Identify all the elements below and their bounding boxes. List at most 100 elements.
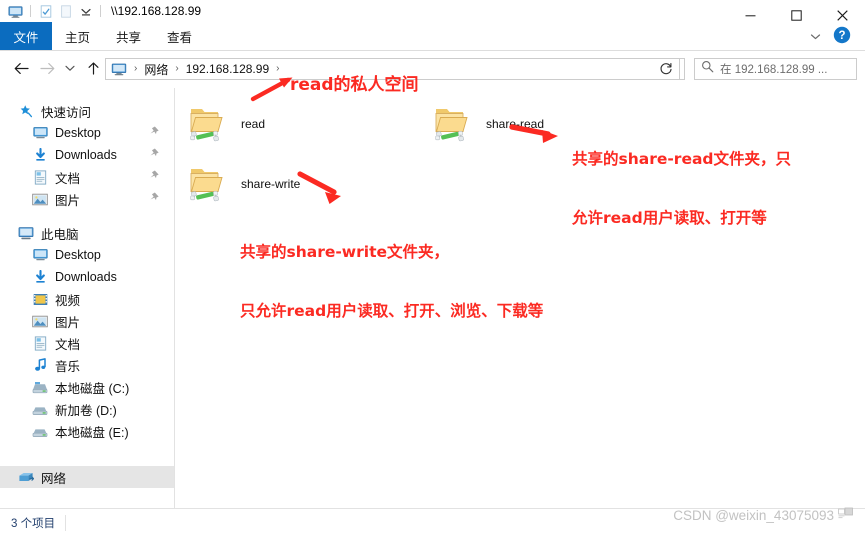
title-bar: \\192.168.128.99 — [0, 0, 865, 22]
sidebar-item-documents[interactable]: 文档 — [0, 332, 174, 354]
pin-icon[interactable] — [150, 126, 160, 140]
pin-icon[interactable] — [150, 192, 160, 206]
file-item-share-write[interactable]: share-write — [183, 160, 300, 208]
file-list-pane[interactable]: read share-read share-write — [175, 88, 865, 508]
file-item-share-write-label: share-write — [241, 177, 301, 191]
refresh-icon[interactable] — [652, 58, 680, 80]
forward-arrow-icon[interactable] — [34, 55, 60, 81]
desktop-icon — [32, 247, 48, 263]
chevron-down-icon[interactable] — [805, 26, 825, 46]
pin-icon[interactable] — [150, 170, 160, 184]
sidebar-item-desktop[interactable]: Desktop — [0, 244, 174, 266]
sidebar-item-desktop-label: Desktop — [55, 248, 101, 262]
sidebar-item-desktop-qa-label: Desktop — [55, 126, 101, 140]
file-item-share-read[interactable]: share-read — [428, 100, 544, 148]
ribbon-tabs: 文件 主页 共享 查看 ? — [0, 22, 865, 50]
sidebar-item-documents-qa[interactable]: 文档 — [0, 166, 174, 188]
file-item-share-read-label: share-read — [486, 117, 545, 131]
status-divider — [65, 514, 67, 531]
shared-folder-icon — [428, 100, 476, 148]
up-arrow-icon[interactable] — [80, 55, 106, 81]
ribbon-right-controls: ? — [805, 22, 861, 50]
sidebar-item-downloads-qa[interactable]: Downloads — [0, 144, 174, 166]
shared-folder-icon — [183, 100, 231, 148]
this-pc-icon — [18, 225, 34, 241]
pictures-icon — [32, 191, 48, 207]
tab-home[interactable]: 主页 — [52, 22, 103, 50]
csdn-watermark: CSDN @weixin_43075093 — [673, 507, 853, 523]
file-explorer-window: \\192.168.128.99 文件 主页 共享 查看 ? › 网络 › 19… — [0, 0, 865, 536]
sidebar-item-music[interactable]: 音乐 — [0, 354, 174, 376]
properties-icon[interactable] — [37, 3, 54, 20]
pin-icon[interactable] — [150, 148, 160, 162]
drive-icon — [32, 423, 48, 439]
sidebar-group-quick-access[interactable]: 快速访问 — [0, 100, 174, 122]
star-pin-icon — [18, 103, 34, 119]
sidebar-item-documents-qa-label: 文档 — [55, 171, 81, 186]
documents-icon — [32, 169, 48, 185]
file-item-read[interactable]: read — [183, 100, 265, 148]
sidebar-item-drive-e[interactable]: 本地磁盘 (E:) — [0, 420, 174, 442]
sidebar-item-pictures[interactable]: 图片 — [0, 310, 174, 332]
sidebar-item-pictures-label: 图片 — [55, 315, 81, 330]
downloads-icon — [32, 147, 48, 163]
svg-text:?: ? — [838, 30, 845, 42]
sidebar-item-music-label: 音乐 — [55, 359, 81, 374]
csdn-watermark-text: CSDN @weixin_43075093 — [673, 507, 834, 523]
breadcrumb-separator-2[interactable]: › — [170, 64, 183, 74]
breadcrumb-host[interactable]: 192.168.128.99 — [184, 62, 271, 76]
main-content: 快速访问 Desktop Downloads 文档 图片 此电脑 Desktop… — [0, 88, 865, 508]
sidebar-item-network-label: 网络 — [41, 471, 67, 486]
shared-folder-icon — [183, 160, 231, 208]
breadcrumb-network[interactable]: 网络 — [142, 61, 170, 78]
computer-icon — [111, 62, 127, 77]
customize-dropdown-icon[interactable] — [77, 3, 94, 20]
sidebar-item-drive-d[interactable]: 新加卷 (D:) — [0, 398, 174, 420]
sidebar-item-documents-label: 文档 — [55, 337, 81, 352]
back-arrow-icon[interactable] — [8, 55, 34, 81]
sidebar-item-desktop-qa[interactable]: Desktop — [0, 122, 174, 144]
breadcrumb-separator-1[interactable]: › — [129, 64, 142, 74]
system-drive-icon — [32, 379, 48, 395]
breadcrumb-separator-3[interactable]: › — [271, 64, 284, 74]
new-folder-icon[interactable] — [57, 3, 74, 20]
sidebar-item-network[interactable]: 网络 — [0, 466, 174, 488]
tab-file[interactable]: 文件 — [0, 22, 52, 50]
tab-share[interactable]: 共享 — [103, 22, 154, 50]
pictures-icon — [32, 313, 48, 329]
breadcrumb: › 网络 › 192.168.128.99 › — [106, 61, 662, 78]
navigation-pane: 快速访问 Desktop Downloads 文档 图片 此电脑 Desktop… — [0, 88, 175, 508]
sidebar-group-this-pc[interactable]: 此电脑 — [0, 222, 174, 244]
desktop-icon — [32, 125, 48, 141]
qat-separator-1 — [30, 5, 31, 17]
qat-separator-2 — [100, 5, 101, 17]
drive-icon — [32, 401, 48, 417]
recent-locations-icon[interactable] — [60, 55, 80, 81]
sidebar-group-quick-access-label: 快速访问 — [41, 105, 92, 120]
downloads-icon — [32, 269, 48, 285]
sidebar-item-downloads-label: Downloads — [55, 270, 117, 284]
sidebar-item-videos[interactable]: 视频 — [0, 288, 174, 310]
sidebar-item-drive-c[interactable]: 本地磁盘 (C:) — [0, 376, 174, 398]
status-item-count: 3 个项目 — [11, 517, 56, 530]
csdn-badge-icon — [838, 507, 853, 523]
tab-view[interactable]: 查看 — [154, 22, 205, 50]
monitor-icon[interactable] — [7, 3, 24, 20]
sidebar-item-videos-label: 视频 — [55, 293, 81, 308]
search-icon — [701, 60, 714, 78]
sidebar-item-drive-c-label: 本地磁盘 (C:) — [55, 381, 130, 396]
sidebar-item-pictures-qa[interactable]: 图片 — [0, 188, 174, 210]
help-icon[interactable]: ? — [833, 26, 853, 46]
sidebar-item-drive-e-label: 本地磁盘 (E:) — [55, 425, 129, 440]
sidebar-item-downloads-qa-label: Downloads — [55, 148, 117, 162]
sidebar-item-drive-d-label: 新加卷 (D:) — [55, 403, 117, 418]
search-placeholder: 在 192.168.128.99 ... — [720, 64, 828, 76]
file-item-read-label: read — [241, 117, 266, 131]
network-icon — [18, 469, 34, 485]
sidebar-item-pictures-qa-label: 图片 — [55, 193, 81, 208]
window-title: \\192.168.128.99 — [111, 4, 202, 18]
sidebar-item-downloads[interactable]: Downloads — [0, 266, 174, 288]
documents-icon — [32, 335, 48, 351]
search-input[interactable]: 在 192.168.128.99 ... — [694, 58, 857, 80]
address-bar[interactable]: › 网络 › 192.168.128.99 › — [105, 58, 685, 80]
